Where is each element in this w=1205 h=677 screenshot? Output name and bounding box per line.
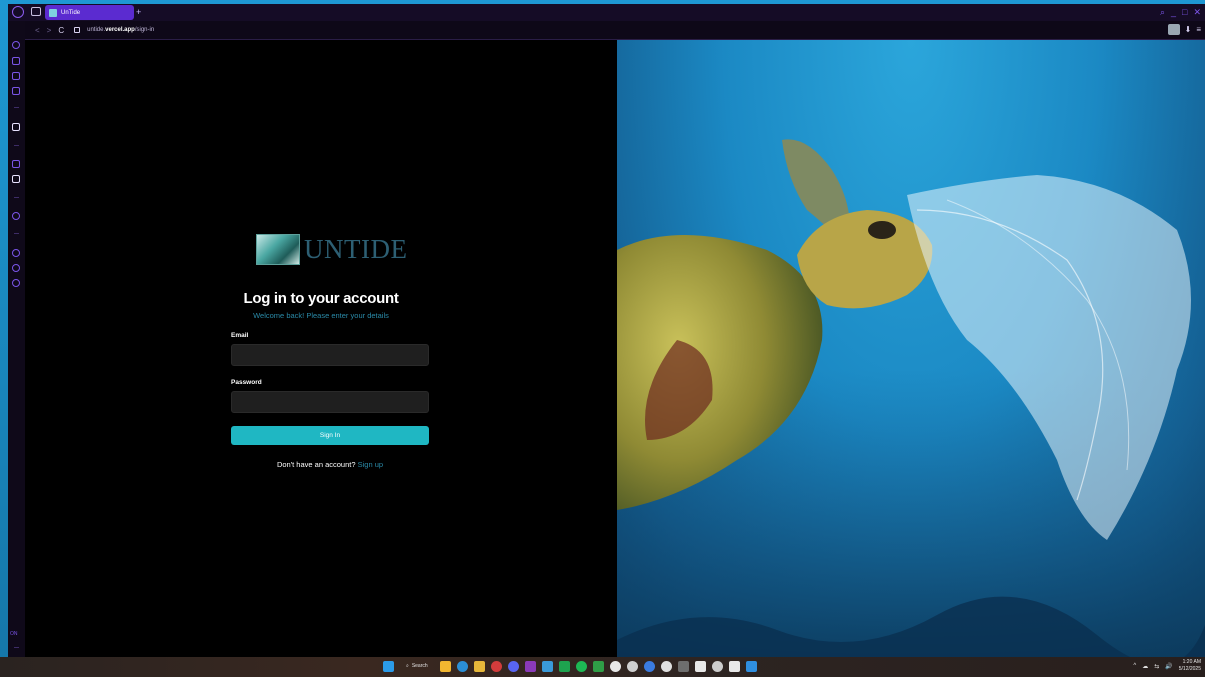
profile-avatar[interactable] xyxy=(1167,24,1180,35)
close-button[interactable]: ✕ xyxy=(1193,5,1201,19)
search-tabs-icon[interactable]: ⌕ xyxy=(1160,5,1165,19)
untide-favicon-icon xyxy=(49,8,57,17)
hero-photo xyxy=(617,40,1205,657)
page-content: UNTIDE Log in to your account Welcome ba… xyxy=(25,40,1205,657)
url-field[interactable]: untide.vercel.app/sign-in xyxy=(87,27,154,33)
brand-logo: UNTIDE xyxy=(256,234,407,265)
email-field[interactable] xyxy=(231,344,429,366)
browser-logo-icon[interactable] xyxy=(12,6,24,18)
browser-window: UnTide + ⌕ _ □ ✕ < > C untide.vercel.app… xyxy=(8,4,1205,657)
opera-icon[interactable] xyxy=(490,661,502,672)
signup-prompt: Don't have an account? Sign up xyxy=(25,460,635,469)
taskbar-search[interactable]: ⌕ Search xyxy=(400,661,434,672)
sign-in-button[interactable]: Sign In xyxy=(231,426,429,445)
app-white-icon[interactable] xyxy=(609,661,621,672)
tab-title: UnTide xyxy=(61,9,81,16)
stack-icon[interactable] xyxy=(12,72,20,80)
login-panel: UNTIDE Log in to your account Welcome ba… xyxy=(25,40,617,657)
sidebar-separator xyxy=(14,233,19,234)
app-a-icon[interactable] xyxy=(12,123,20,131)
menu-icon[interactable]: ≡ xyxy=(1196,25,1201,34)
xbox-icon[interactable] xyxy=(592,661,604,672)
notes-app-icon[interactable] xyxy=(473,661,485,672)
twitch-icon[interactable] xyxy=(12,160,20,168)
vscode-icon[interactable] xyxy=(745,661,757,672)
minimize-button[interactable]: _ xyxy=(1171,5,1176,19)
app-circle-icon[interactable] xyxy=(626,661,638,672)
settings-icon[interactable] xyxy=(12,279,20,287)
speed-dial-icon[interactable] xyxy=(12,41,20,49)
search-label: Search xyxy=(411,663,428,669)
edge-icon[interactable] xyxy=(456,661,468,672)
taskbar-apps: ⌕ Search xyxy=(383,661,757,672)
file-explorer-icon[interactable] xyxy=(439,661,451,672)
page-title: Log in to your account xyxy=(243,290,399,307)
volume-icon[interactable]: 🔊 xyxy=(1165,663,1172,670)
browser-app-icon[interactable] xyxy=(524,661,536,672)
bag-icon[interactable] xyxy=(12,57,20,65)
email-label: Email xyxy=(231,332,249,339)
steam-icon[interactable] xyxy=(541,661,553,672)
signup-prompt-text: Don't have an account? xyxy=(276,460,356,469)
logo-image-icon xyxy=(256,234,300,265)
app-green-icon[interactable] xyxy=(558,661,570,672)
download-icon[interactable]: ⬇ xyxy=(1185,25,1192,34)
sidebar-status-text: ON xyxy=(10,631,18,637)
maximize-button[interactable]: □ xyxy=(1182,5,1187,19)
clock-date: 5/12/2025 xyxy=(1178,666,1201,672)
app-blue-icon[interactable] xyxy=(643,661,655,672)
app-gray-icon[interactable] xyxy=(677,661,689,672)
onedrive-icon[interactable]: ☁ xyxy=(1142,663,1148,670)
turtle-illustration xyxy=(617,139,1205,657)
network-icon[interactable]: ⇆ xyxy=(1154,663,1159,670)
page-subtitle: Welcome back! Please enter your details xyxy=(253,311,389,320)
lock-icon[interactable] xyxy=(74,27,81,33)
back-button[interactable]: < xyxy=(35,26,40,35)
sidebar-separator xyxy=(14,107,19,108)
sidebar-separator xyxy=(14,145,19,146)
start-icon[interactable] xyxy=(383,661,394,672)
player-icon[interactable] xyxy=(12,212,20,220)
window-controls: ⌕ _ □ ✕ xyxy=(1160,5,1201,19)
toolbar-right: ⬇ ≡ xyxy=(1167,24,1201,35)
x-icon[interactable] xyxy=(12,175,20,183)
forward-button[interactable]: > xyxy=(47,26,52,35)
system-tray: ^ ☁ ⇆ 🔊 1:20 AM 5/12/2025 xyxy=(1133,659,1201,673)
app-light-icon[interactable] xyxy=(660,661,672,672)
password-field[interactable] xyxy=(231,391,429,413)
tab-manager-icon[interactable] xyxy=(31,7,41,16)
spotify-icon[interactable] xyxy=(575,661,587,672)
reload-button[interactable]: C xyxy=(58,26,64,35)
notes-icon[interactable] xyxy=(12,87,20,95)
sign-up-link[interactable]: Sign up xyxy=(358,460,383,469)
tab-bar: UnTide + ⌕ _ □ ✕ xyxy=(8,4,1205,21)
clock[interactable]: 1:20 AM 5/12/2025 xyxy=(1179,659,1201,673)
clock-time: 1:20 AM xyxy=(1182,659,1201,665)
tab-untide[interactable]: UnTide xyxy=(45,5,134,20)
taskbar: ⌕ Search ^ ☁ ⇆ 🔊 1:20 AM 5/12/2025 xyxy=(0,657,1205,677)
history-icon[interactable] xyxy=(12,249,20,257)
chatgpt-icon[interactable] xyxy=(711,661,723,672)
discord-icon[interactable] xyxy=(507,661,519,672)
search-icon: ⌕ xyxy=(406,663,409,669)
address-bar: < > C untide.vercel.app/sign-in ⬇ ≡ xyxy=(25,21,1205,40)
logo-text: UNTIDE xyxy=(304,234,408,264)
new-tab-button[interactable]: + xyxy=(136,5,141,19)
chevron-up-icon[interactable]: ^ xyxy=(1133,663,1136,669)
app-box-icon[interactable] xyxy=(694,661,706,672)
sidebar-more-icon[interactable] xyxy=(14,647,19,648)
password-label: Password xyxy=(231,379,262,386)
drop-icon[interactable] xyxy=(12,264,20,272)
notion-icon[interactable] xyxy=(728,661,740,672)
browser-sidebar: ON xyxy=(8,21,25,657)
sidebar-separator xyxy=(14,197,19,198)
